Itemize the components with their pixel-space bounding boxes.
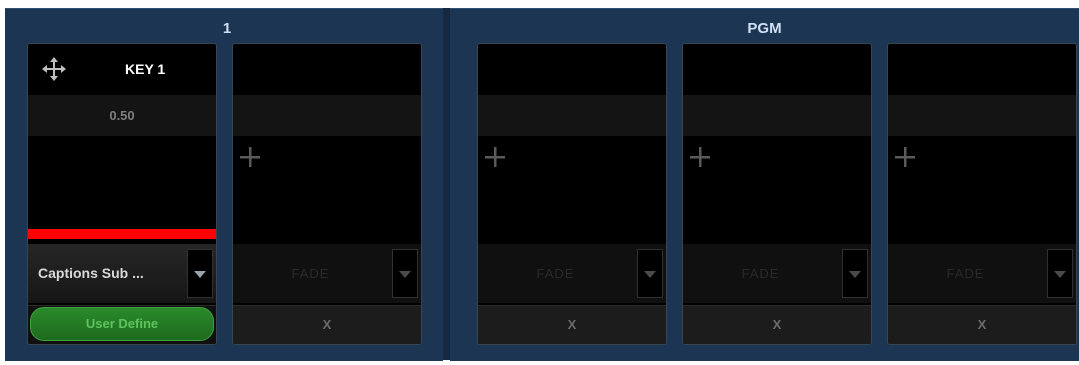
key-value bbox=[683, 95, 871, 136]
key-preview bbox=[233, 136, 421, 231]
key-preview bbox=[683, 136, 871, 231]
slot-header bbox=[683, 44, 871, 95]
key-preview bbox=[888, 136, 1076, 231]
transition-select[interactable]: FADE bbox=[888, 244, 1076, 303]
transition-dropdown-button[interactable] bbox=[637, 249, 663, 298]
remove-button[interactable]: X bbox=[683, 305, 871, 344]
chevron-down-icon bbox=[849, 271, 861, 278]
keyer-panel: 1 PGM KEY 1 0.50 Captions Sub ... User D… bbox=[0, 0, 1079, 365]
user-define-button[interactable]: User Define bbox=[30, 307, 214, 341]
group-divider bbox=[443, 8, 450, 360]
transition-select-value: FADE bbox=[946, 266, 985, 281]
key-value bbox=[888, 95, 1076, 136]
key-label: KEY 1 bbox=[125, 61, 166, 77]
chevron-down-icon bbox=[1054, 271, 1066, 278]
key-slot-1[interactable]: KEY 1 0.50 Captions Sub ... User Define bbox=[27, 43, 217, 345]
key-slot-2[interactable]: FADE X bbox=[232, 43, 422, 345]
plus-icon[interactable] bbox=[484, 146, 506, 168]
source-dropdown-button[interactable] bbox=[187, 249, 213, 298]
slot-header bbox=[888, 44, 1076, 95]
chevron-down-icon bbox=[399, 271, 411, 278]
key-slot-5[interactable]: FADE X bbox=[887, 43, 1077, 345]
source-select[interactable]: Captions Sub ... bbox=[28, 244, 216, 303]
plus-icon[interactable] bbox=[894, 146, 916, 168]
key-value[interactable]: 0.50 bbox=[28, 95, 216, 136]
key-active-indicator bbox=[28, 229, 216, 239]
plus-icon[interactable] bbox=[239, 146, 261, 168]
remove-button[interactable]: X bbox=[478, 305, 666, 344]
key-value bbox=[233, 95, 421, 136]
key-slot-4[interactable]: FADE X bbox=[682, 43, 872, 345]
transition-dropdown-button[interactable] bbox=[392, 249, 418, 298]
transition-select-value: FADE bbox=[536, 266, 575, 281]
key-preview bbox=[478, 136, 666, 231]
transition-select[interactable]: FADE bbox=[683, 244, 871, 303]
slot-header: KEY 1 bbox=[28, 44, 216, 95]
transition-select-value: FADE bbox=[741, 266, 780, 281]
slot-header bbox=[478, 44, 666, 95]
key-value bbox=[478, 95, 666, 136]
move-arrows-icon[interactable] bbox=[42, 57, 66, 81]
slot-header bbox=[233, 44, 421, 95]
transition-select-value: FADE bbox=[291, 266, 330, 281]
chevron-down-icon bbox=[644, 271, 656, 278]
transition-select[interactable]: FADE bbox=[233, 244, 421, 303]
chevron-down-icon bbox=[194, 271, 206, 278]
transition-dropdown-button[interactable] bbox=[842, 249, 868, 298]
key-slot-3[interactable]: FADE X bbox=[477, 43, 667, 345]
source-select-value: Captions Sub ... bbox=[38, 265, 144, 281]
plus-icon[interactable] bbox=[689, 146, 711, 168]
transition-dropdown-button[interactable] bbox=[1047, 249, 1073, 298]
remove-button[interactable]: X bbox=[888, 305, 1076, 344]
remove-button[interactable]: X bbox=[233, 305, 421, 344]
key-preview bbox=[28, 136, 216, 239]
transition-select[interactable]: FADE bbox=[478, 244, 666, 303]
